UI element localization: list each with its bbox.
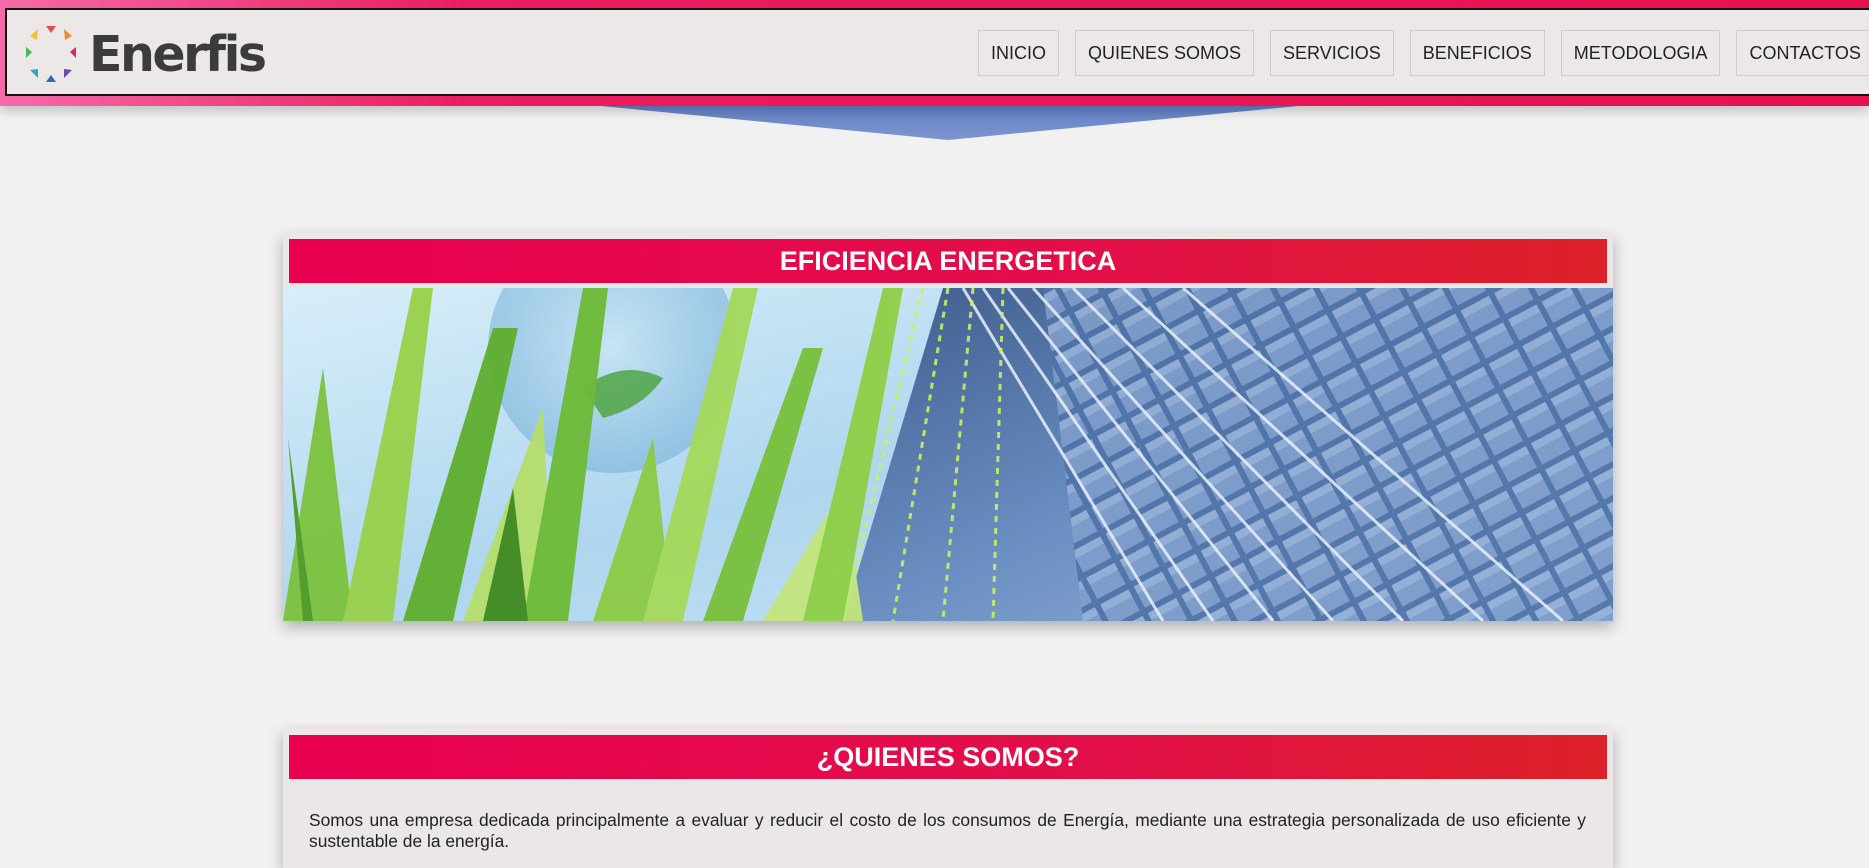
nav-item-contactos[interactable]: CONTACTOS — [1736, 30, 1869, 76]
hero-title: EFICIENCIA ENERGETICA — [289, 239, 1607, 283]
nav-item-metodologia[interactable]: METODOLOGIA — [1560, 30, 1721, 76]
header: Enerfis INICIO QUIENES SOMOS SERVICIOS B… — [0, 0, 1869, 106]
logo-mark-icon — [26, 26, 76, 82]
hero-image — [283, 288, 1613, 621]
main-nav: INICIO QUIENES SOMOS SERVICIOS BENEFICIO… — [978, 30, 1869, 76]
about-description: Somos una empresa dedicada principalment… — [309, 810, 1586, 851]
brand-name: Enerfis — [89, 25, 267, 83]
nav-item-inicio[interactable]: INICIO — [978, 30, 1060, 76]
nav-item-quienes-somos[interactable]: QUIENES SOMOS — [1075, 30, 1255, 76]
nav-item-servicios[interactable]: SERVICIOS — [1270, 30, 1394, 76]
logo[interactable]: Enerfis — [21, 22, 267, 86]
green-grass-and-glass-building-image — [283, 288, 1613, 621]
header-arrow-decoration — [540, 100, 1360, 140]
about-title: ¿QUIENES SOMOS? — [289, 735, 1607, 779]
header-inner: Enerfis INICIO QUIENES SOMOS SERVICIOS B… — [5, 8, 1869, 96]
nav-item-beneficios[interactable]: BENEFICIOS — [1409, 30, 1545, 76]
